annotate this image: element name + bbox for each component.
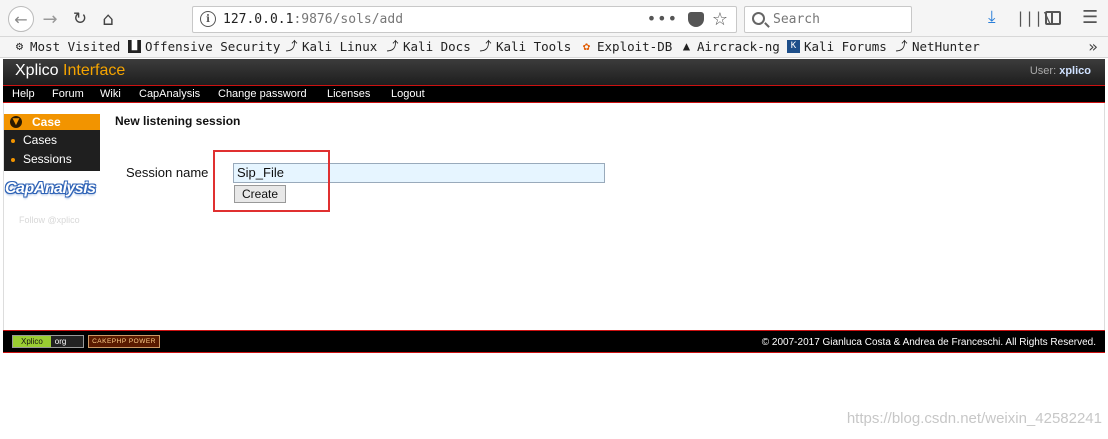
cakephp-badge[interactable]: CAKEPHP POWER xyxy=(88,335,160,348)
download-icon[interactable]: ⤓ xyxy=(988,7,996,27)
search-input[interactable]: Search xyxy=(744,6,912,33)
bookmark-nethunter[interactable]: ⤴ NetHunter xyxy=(895,39,979,54)
follow-link[interactable]: Follow @xplico xyxy=(19,215,80,225)
bullet-icon xyxy=(11,158,15,162)
browser-toolbar: ← → ↻ ⌂ i 127.0.0.1:9876/sols/add ••• ☆ … xyxy=(0,0,1108,37)
kali-dragon-icon: ⤴ xyxy=(386,39,399,53)
hamburger-menu-icon[interactable]: ☰ xyxy=(1082,7,1098,28)
home-icon[interactable]: ⌂ xyxy=(96,7,120,31)
reload-icon[interactable]: ↻ xyxy=(68,7,92,31)
sidebar-item-cases[interactable]: Cases xyxy=(4,132,100,150)
watermark: https://blog.csdn.net/weixin_42582241 xyxy=(846,410,1102,427)
forward-arrow-icon[interactable]: → xyxy=(38,7,62,31)
session-name-label: Session name xyxy=(126,165,209,180)
nav-logout[interactable]: Logout xyxy=(391,88,425,100)
back-arrow-icon[interactable]: ← xyxy=(8,6,34,32)
bookmark-kali-linux[interactable]: ⤴ Kali Linux xyxy=(285,39,377,54)
copyright-text: © 2007-2017 Gianluca Costa & Andrea de F… xyxy=(761,337,1096,348)
kali-dragon-icon: ⤴ xyxy=(285,39,298,53)
bookmark-star-icon[interactable]: ☆ xyxy=(712,9,728,30)
nav-change-password[interactable]: Change password xyxy=(218,88,307,100)
capanalysis-logo[interactable]: CapAnalysis xyxy=(5,180,96,198)
chevron-double-right-icon[interactable]: » xyxy=(1088,37,1098,56)
sidebar-section-label: Case xyxy=(32,115,61,129)
app-header: Xplico Interface User: xplico xyxy=(3,59,1105,85)
sidebar-item-label: Cases xyxy=(23,133,58,147)
nav-wiki[interactable]: Wiki xyxy=(100,88,121,100)
gear-icon: ⚙ xyxy=(15,39,24,53)
nav-capanalysis[interactable]: CapAnalysis xyxy=(139,88,200,100)
sidebar-section-case[interactable]: ▼ Case xyxy=(4,114,100,130)
bookmarks-bar: ⚙ Most Visited █ Offensive Security ⤴ Kali … xyxy=(0,37,1108,58)
url-text[interactable]: 127.0.0.1:9876/sols/add xyxy=(223,12,403,27)
exploitdb-icon: ✿ xyxy=(582,39,591,53)
url-bar[interactable]: i 127.0.0.1:9876/sols/add ••• ☆ xyxy=(192,6,737,33)
app-logo[interactable]: Xplico Interface xyxy=(15,62,125,80)
aircrack-icon: ▲ xyxy=(682,39,691,53)
red-highlight-box xyxy=(213,150,330,212)
bookmark-kali-forums[interactable]: K Kali Forums xyxy=(787,39,887,54)
nav-forum[interactable]: Forum xyxy=(52,88,84,100)
bookmark-aircrack-ng[interactable]: ▲ Aircrack-ng xyxy=(680,39,780,54)
user-info: User: xplico xyxy=(1029,65,1091,77)
app-footer: Xplico org CAKEPHP POWER © 2007-2017 Gian… xyxy=(3,330,1105,353)
sidebar-item-label: Sessions xyxy=(23,152,72,166)
page-title: New listening session xyxy=(115,114,241,128)
pocket-icon[interactable] xyxy=(688,12,704,27)
offsec-icon: █ xyxy=(128,40,141,53)
xplico-org-badge[interactable]: Xplico org xyxy=(12,335,84,348)
page-actions-icon[interactable]: ••• xyxy=(647,9,678,28)
nav-licenses[interactable]: Licenses xyxy=(327,88,370,100)
main-nav: Help Forum Wiki CapAnalysis Change passw… xyxy=(3,85,1105,103)
sidebar: ▼ Case Cases Sessions xyxy=(4,114,100,171)
bullet-icon xyxy=(11,139,15,143)
sidebar-toggle-icon[interactable] xyxy=(1045,11,1061,25)
nav-help[interactable]: Help xyxy=(12,88,35,100)
kali-forums-icon: K xyxy=(787,40,800,53)
search-icon xyxy=(752,12,765,25)
bookmark-kali-docs[interactable]: ⤴ Kali Docs xyxy=(386,39,470,54)
bookmark-most-visited[interactable]: ⚙ Most Visited xyxy=(13,39,120,54)
bookmark-exploit-db[interactable]: ✿ Exploit-DB xyxy=(580,39,672,54)
arrow-down-circle-icon: ▼ xyxy=(10,116,22,128)
bookmark-kali-tools[interactable]: ⤴ Kali Tools xyxy=(479,39,571,54)
page-body xyxy=(3,103,1105,330)
search-placeholder: Search xyxy=(773,12,820,27)
bookmark-offensive-security[interactable]: █ Offensive Security xyxy=(128,39,280,54)
info-icon[interactable]: i xyxy=(200,11,216,27)
sidebar-item-sessions[interactable]: Sessions xyxy=(4,151,100,169)
kali-dragon-icon: ⤴ xyxy=(895,39,908,53)
kali-dragon-icon: ⤴ xyxy=(479,39,492,53)
